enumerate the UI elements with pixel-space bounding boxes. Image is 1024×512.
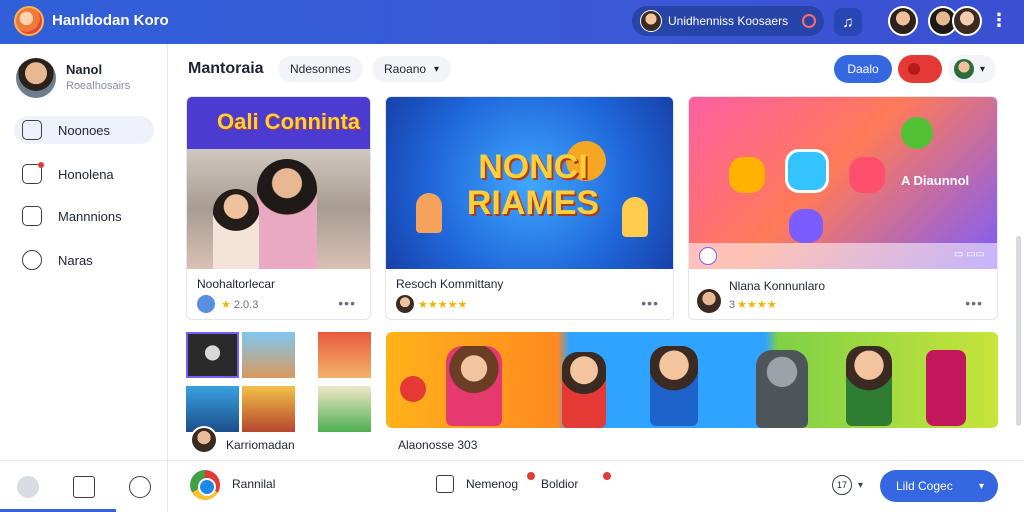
content-card-1[interactable]: Oali Conninta Noohaltorlecar ★ 2.0.3 •••	[186, 96, 371, 320]
chip-label: Raoano	[384, 62, 427, 76]
sidebar-item-label: Honolena	[58, 166, 114, 182]
card-image-strip: ▭ ▭▭	[689, 243, 997, 269]
sidebar-item-3[interactable]: Mannnions	[14, 202, 154, 230]
more-options-icon[interactable]: •••	[338, 295, 356, 311]
sidebar-bottom-bar	[0, 460, 168, 512]
card-banner: Oali Conninta	[187, 97, 370, 149]
top-avatar-1[interactable]	[888, 6, 918, 36]
card-thumbnail: NONCI RIAMES	[386, 97, 673, 269]
chevron-down-icon: ▾	[980, 63, 986, 75]
sidebar-item-1[interactable]: Noonoes	[14, 116, 154, 144]
user-menu[interactable]: ▾	[948, 55, 996, 83]
card-banner-text: Oali Conninta	[217, 109, 360, 134]
app-logo[interactable]	[14, 6, 44, 36]
sidebar: Nanol Roealhosairs Noonoes Honolena Mann…	[0, 44, 168, 512]
content-card-3[interactable]: A Diaunnol ▭ ▭▭ Nlana Konnunlaro 3 ★★★★ •…	[688, 96, 998, 320]
primary-pill-button[interactable]: Daalo	[834, 55, 892, 83]
chat-icon	[22, 250, 42, 270]
card-rating: 3 ★★★★	[729, 298, 777, 312]
primary-action-button[interactable]: Lild Cogec ▾	[880, 470, 998, 502]
chevron-down-icon[interactable]: ▾	[858, 480, 863, 491]
app-title: Hanldodan Koro	[52, 12, 169, 29]
search-avatar	[640, 10, 662, 32]
counter-icon[interactable]: 17	[832, 475, 852, 495]
chevron-down-icon: ▾	[434, 63, 440, 75]
sidebar-item-label: Naras	[58, 252, 93, 268]
browser-icon[interactable]	[190, 470, 220, 500]
scrollbar[interactable]	[1016, 236, 1021, 426]
record-button[interactable]	[898, 55, 942, 83]
profile-subtitle: Roealhosairs	[66, 80, 131, 92]
bottom-item-2[interactable]: Boldior	[541, 477, 578, 491]
video-grid-tile[interactable]	[186, 332, 372, 432]
user-icon[interactable]	[17, 475, 39, 498]
bottom-item-1[interactable]: Nemenog	[466, 477, 518, 491]
card-image-text: NONCI RIAMES	[466, 148, 600, 222]
card-thumbnail	[187, 149, 370, 269]
tile-caption: Alaonosse 303	[398, 438, 478, 452]
author-avatar	[396, 295, 414, 313]
filter-chip-2[interactable]: Raoano ▾	[372, 56, 452, 82]
sidebar-item-label: Noonoes	[58, 122, 111, 138]
card-title: Nlana Konnunlaro	[729, 279, 826, 293]
sidebar-item-label: Mannnions	[58, 208, 122, 224]
notification-badge	[603, 472, 611, 480]
bottom-app-label: Rannilal	[232, 477, 276, 491]
top-search-bar[interactable]: Unidhenniss Koosaers	[632, 6, 824, 36]
card-rating: ★ 2.0.3	[221, 298, 259, 312]
calendar-icon[interactable]	[73, 475, 95, 498]
filter-chip-1[interactable]: Ndesonnes	[278, 56, 363, 82]
comment-icon[interactable]	[436, 475, 454, 493]
search-text: Unidhenniss Koosaers	[668, 14, 789, 28]
more-vertical-icon[interactable]: ⋮	[990, 10, 1008, 31]
record-icon[interactable]	[802, 14, 816, 28]
profile-name: Nanol	[66, 62, 103, 77]
card-title: Resoch Kommittany	[396, 277, 504, 291]
more-options-icon[interactable]: •••	[641, 295, 659, 311]
tile-caption: Karriomadan	[226, 438, 295, 452]
primary-action-label: Lild Cogec	[896, 479, 953, 493]
more-options-icon[interactable]: •••	[965, 295, 983, 311]
search-icon[interactable]	[129, 475, 151, 498]
music-icon[interactable]: ♫	[834, 8, 862, 36]
top-bar: Hanldodan Koro Unidhenniss Koosaers ♫ ⋮	[0, 0, 1024, 44]
chip-label: Ndesonnes	[290, 62, 351, 76]
content-card-2[interactable]: NONCI RIAMES Resoch Kommittany ★★★★★ •••	[385, 96, 674, 320]
card-thumbnail: A Diaunnol ▭ ▭▭	[689, 97, 997, 269]
card-image-text: A Diaunnol	[901, 173, 970, 188]
share-icon	[197, 295, 215, 313]
sidebar-item-4[interactable]: Naras	[14, 246, 154, 274]
author-avatar	[190, 426, 218, 454]
user-avatar	[954, 59, 974, 79]
wide-banner-tile[interactable]	[386, 332, 998, 428]
card-rating: ★★★★★	[418, 299, 468, 311]
puzzle-icon	[22, 120, 42, 140]
chevron-down-icon: ▾	[978, 480, 984, 492]
notification-badge	[527, 472, 535, 480]
profile-avatar[interactable]	[16, 58, 56, 98]
top-avatar-3[interactable]	[952, 6, 982, 36]
author-avatar	[697, 289, 721, 313]
page-title: Mantoraia	[188, 60, 264, 77]
card-title: Noohaltorlecar	[197, 277, 276, 291]
notification-icon	[22, 162, 44, 184]
list-icon	[22, 206, 42, 226]
sidebar-item-2[interactable]: Honolena	[14, 160, 154, 188]
